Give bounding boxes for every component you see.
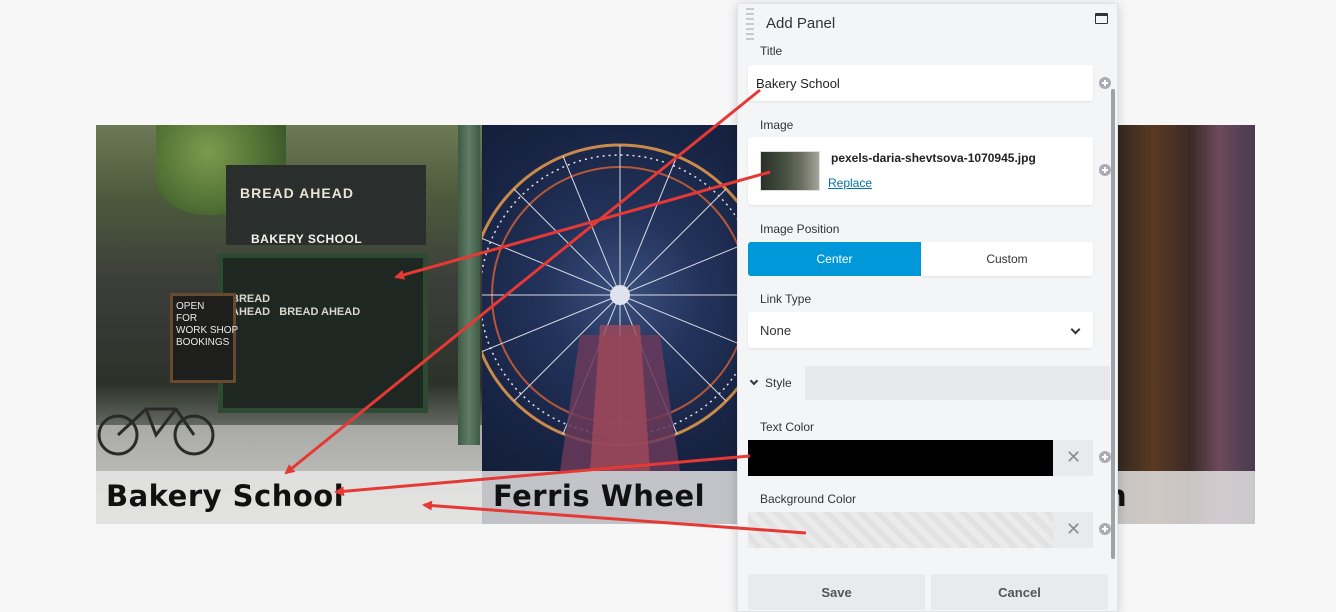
green-column — [458, 125, 480, 445]
image-position-custom-button[interactable]: Custom — [921, 242, 1093, 276]
title-input[interactable] — [748, 65, 1093, 101]
close-icon: ✕ — [1066, 519, 1082, 540]
link-type-label: Link Type — [760, 292, 812, 306]
text-color-label: Text Color — [760, 420, 815, 434]
replace-image-link[interactable]: Replace — [828, 176, 872, 190]
add-panel-dialog: Add Panel Title Image pexels-daria-shevt… — [737, 3, 1118, 612]
background-color-swatch[interactable] — [748, 512, 1053, 548]
bicycle-icon — [97, 407, 215, 456]
save-button[interactable]: Save — [748, 574, 925, 610]
maximize-icon[interactable] — [1095, 13, 1108, 24]
style-section-label: Style — [765, 376, 792, 390]
plus-icon[interactable] — [1099, 77, 1111, 89]
chevron-down-icon — [749, 376, 759, 386]
image-position-label: Image Position — [760, 222, 840, 236]
image-label: Image — [760, 118, 794, 132]
gallery-tile-shop[interactable] — [1110, 125, 1255, 524]
image-thumbnail[interactable] — [760, 151, 820, 191]
panel-title: Add Panel — [766, 15, 836, 32]
awning-text: BREAD AHEAD — [240, 185, 354, 201]
background-color-label: Background Color — [760, 492, 857, 506]
image-file-name: pexels-daria-shevtsova-1070945.jpg — [831, 151, 1036, 165]
image-picker: pexels-daria-shevtsova-1070945.jpg Repla… — [748, 137, 1093, 205]
clear-text-color-button[interactable]: ✕ — [1053, 440, 1093, 476]
title-label: Title — [760, 44, 783, 58]
style-section-toggle[interactable]: Style — [738, 366, 805, 400]
style-section-header: Style — [738, 366, 1110, 400]
link-type-select[interactable]: None — [748, 312, 1093, 348]
text-color-swatch[interactable] — [748, 440, 1053, 476]
chalkboard-text: OPEN FOR WORK SHOP BOOKINGS — [176, 301, 239, 348]
shop-sign-text: BAKERY SCHOOL — [251, 232, 363, 246]
link-type-value: None — [760, 322, 792, 338]
close-icon: ✕ — [1066, 447, 1082, 468]
image-position-center-button[interactable]: Center — [748, 242, 921, 276]
drag-handle-icon[interactable] — [746, 8, 754, 40]
caption-ferris-wheel: Ferris Wheel — [493, 479, 706, 513]
shop-window — [218, 253, 428, 413]
gallery-tile-bakery[interactable]: BREAD AHEAD BAKERY SCHOOL BREAD AHEAD BR… — [96, 125, 482, 524]
cancel-button[interactable]: Cancel — [931, 574, 1108, 610]
plus-icon[interactable] — [1099, 523, 1111, 535]
chevron-down-icon — [1070, 324, 1081, 335]
ferris-wheel-icon — [482, 143, 738, 471]
clear-background-color-button[interactable]: ✕ — [1053, 512, 1093, 548]
caption-bakery-school: Bakery School — [106, 479, 345, 513]
plus-icon[interactable] — [1099, 164, 1111, 176]
panel-header[interactable]: Add Panel — [738, 4, 1117, 42]
plus-icon[interactable] — [1099, 451, 1111, 463]
panel-scrollbar[interactable] — [1111, 89, 1115, 559]
window-lettering: BREAD AHEAD BREAD AHEAD — [231, 293, 361, 318]
